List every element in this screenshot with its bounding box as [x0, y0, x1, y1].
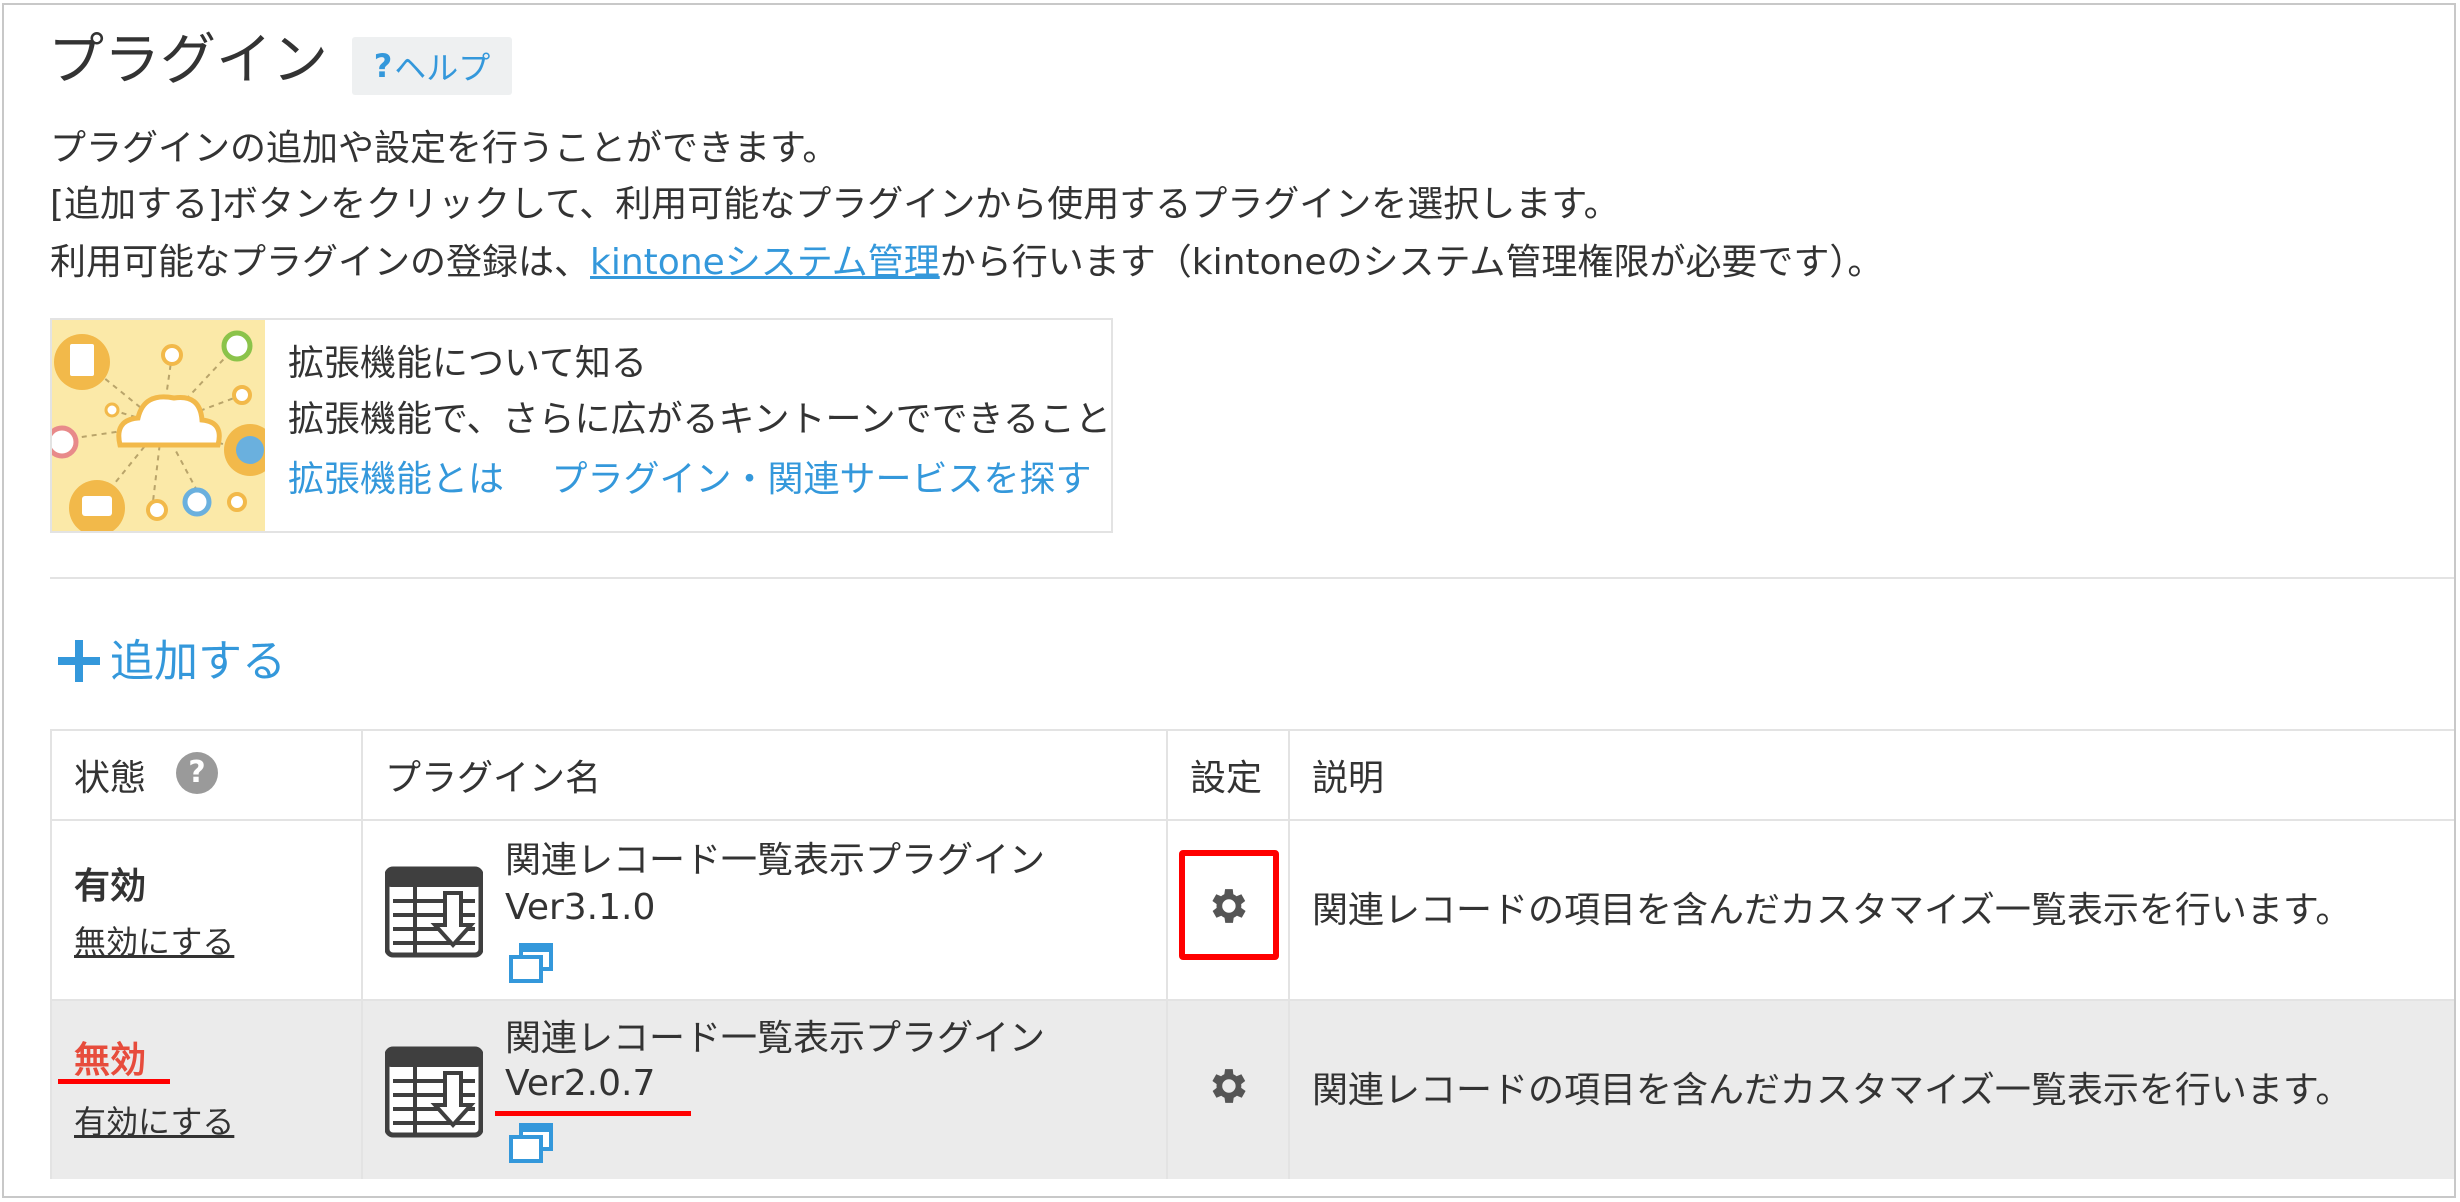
extensions-promo-card: 拡張機能について知る 拡張機能で、さらに広がるキントーンでできること 拡張機能と… [50, 318, 1113, 533]
header-status-cell: 状態 ? [50, 731, 361, 819]
plugin-description: 関連レコードの項目を含んだカスタマイズ一覧表示を行います。 [1312, 1070, 2352, 1111]
header-settings: 設定 [1190, 758, 1263, 799]
help-button[interactable]: ? ヘルプ [352, 37, 512, 95]
status-cell: 無効 有効にする [50, 1001, 361, 1179]
gear-icon[interactable] [1204, 1063, 1250, 1109]
help-label: ヘルプ [394, 49, 491, 87]
find-plugins-link[interactable]: プラグイン・関連サービスを探す [551, 459, 1091, 500]
table-row: 有効 無効にする 関連レコード一覧表示プラグイン Ver3.1.0 関連レコード… [50, 819, 2454, 999]
header-name-cell: プラグイン名 [361, 731, 1166, 819]
settings-cell [1166, 1001, 1288, 1179]
gear-icon[interactable] [1204, 883, 1250, 929]
plugin-name-cell: 関連レコード一覧表示プラグイン Ver3.1.0 [361, 821, 1166, 999]
plugin-list-download-icon [385, 1046, 483, 1138]
plugin-table: 状態 ? プラグイン名 設定 説明 有効 無効にする 関連レコード一覧表示プラグ… [50, 729, 2454, 1179]
cloud-network-illustration-icon [52, 320, 265, 531]
add-plugin-label: 追加する [110, 636, 286, 687]
status-red-underline [58, 1079, 170, 1084]
new-window-icon[interactable] [509, 943, 553, 983]
plugin-name: 関連レコード一覧表示プラグイン [505, 1018, 1046, 1059]
header-plugin-name: プラグイン名 [385, 758, 602, 799]
description-line-3: 利用可能なプラグインの登録は、kintoneシステム管理から行います（kinto… [50, 237, 1883, 289]
promo-subtext: 拡張機能で、さらに広がるキントーンでできること [288, 399, 1111, 440]
kintone-system-admin-link[interactable]: kintoneシステム管理 [590, 242, 940, 283]
header-status: 状態 [74, 758, 147, 799]
table-header-row: 状態 ? プラグイン名 設定 説明 [50, 729, 2454, 819]
plus-icon [58, 640, 100, 682]
plugin-version: Ver2.0.7 [505, 1063, 656, 1104]
plugin-list-download-icon [385, 866, 483, 958]
section-divider [50, 577, 2454, 579]
plugin-settings-page: プラグイン ? ヘルプ プラグインの追加や設定を行うことができます。 [追加する… [2, 3, 2456, 1198]
description-cell: 関連レコードの項目を含んだカスタマイズ一覧表示を行います。 [1288, 1001, 2454, 1179]
promo-heading: 拡張機能について知る [288, 343, 647, 384]
description-line-1: プラグインの追加や設定を行うことができます。 [50, 128, 839, 169]
header-description: 説明 [1312, 758, 1385, 799]
enable-link[interactable]: 有効にする [74, 1097, 234, 1143]
description-cell: 関連レコードの項目を含んだカスタマイズ一覧表示を行います。 [1288, 821, 2454, 999]
plugin-name: 関連レコード一覧表示プラグイン [505, 840, 1046, 881]
what-are-extensions-link[interactable]: 拡張機能とは [288, 459, 504, 500]
status-disabled: 無効 [74, 1040, 147, 1081]
plugin-description: 関連レコードの項目を含んだカスタマイズ一覧表示を行います。 [1312, 890, 2352, 931]
add-plugin-button[interactable]: 追加する [58, 622, 286, 692]
header-settings-cell: 設定 [1166, 731, 1288, 819]
status-enabled: 有効 [74, 866, 147, 907]
header-description-cell: 説明 [1288, 731, 2454, 819]
new-window-icon[interactable] [509, 1123, 553, 1163]
settings-cell [1166, 821, 1288, 999]
promo-illustration [52, 320, 265, 531]
description-line-3-prefix: 利用可能なプラグインの登録は、 [50, 242, 591, 283]
status-help-icon[interactable]: ? [176, 751, 218, 794]
page-title: プラグイン [48, 28, 328, 93]
status-cell: 有効 無効にする [50, 821, 361, 999]
table-row: 無効 有効にする 関連レコード一覧表示プラグイン Ver2.0.7 関連レコード… [50, 999, 2454, 1179]
disable-link[interactable]: 無効にする [74, 917, 234, 963]
version-red-underline [495, 1111, 691, 1116]
promo-links: 拡張機能とは プラグイン・関連サービスを探す [288, 456, 1091, 504]
description-line-2: [追加する]ボタンをクリックして、利用可能なプラグインから使用するプラグインを選… [50, 184, 1620, 225]
help-question-icon: ? [373, 47, 393, 85]
description-line-3-suffix: から行います（kintoneのシステム管理権限が必要です）。 [939, 242, 1884, 283]
plugin-version: Ver3.1.0 [505, 887, 656, 928]
plugin-name-cell: 関連レコード一覧表示プラグイン Ver2.0.7 [361, 1001, 1166, 1179]
